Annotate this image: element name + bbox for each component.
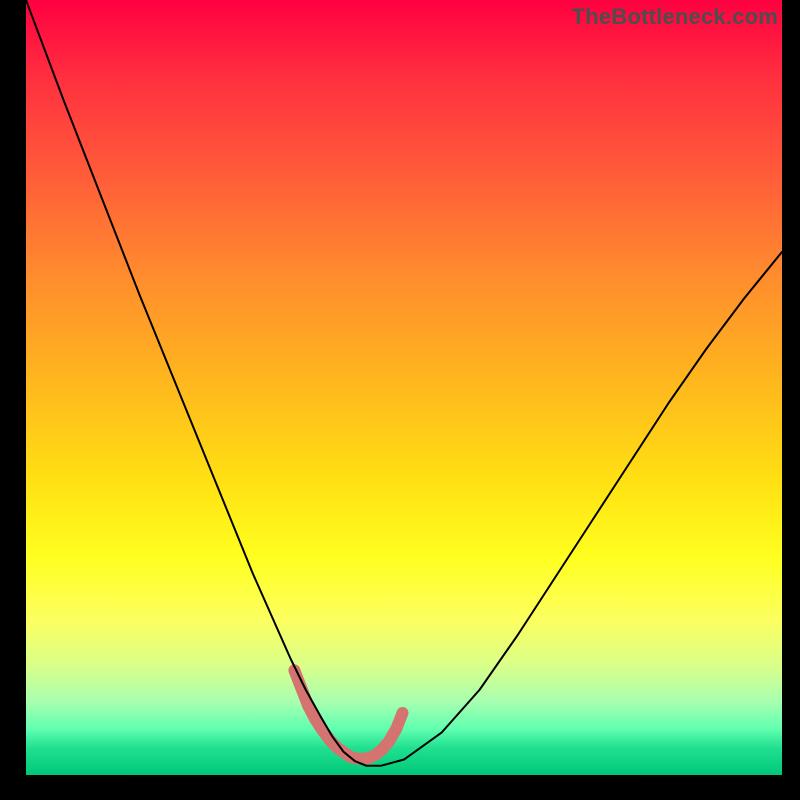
- plot-area: [26, 0, 782, 775]
- bottleneck-curve: [26, 0, 782, 766]
- chart-frame: TheBottleneck.com: [0, 0, 800, 800]
- chart-svg: [26, 0, 782, 775]
- optimal-zone-marker: [294, 670, 402, 758]
- watermark-label: TheBottleneck.com: [572, 4, 778, 30]
